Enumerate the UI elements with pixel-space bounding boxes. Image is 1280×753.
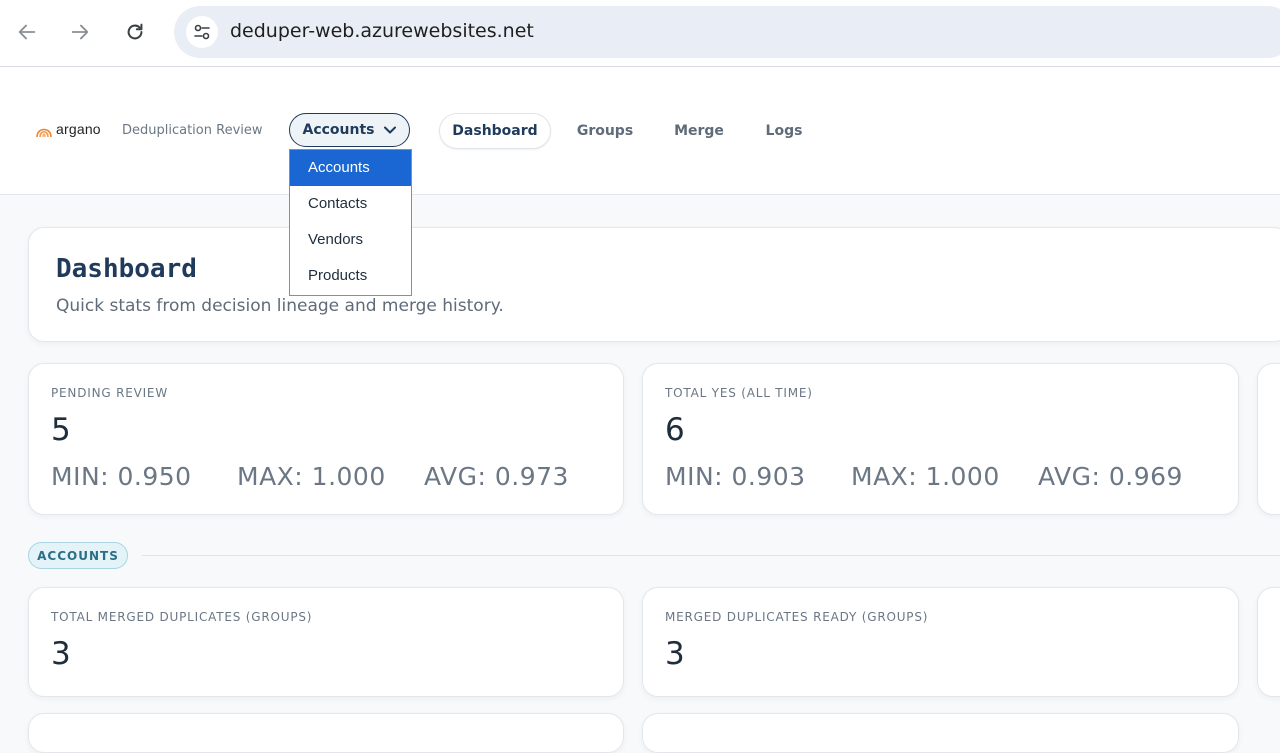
page-title: Dashboard — [56, 254, 197, 284]
stat-max: MAX: 1.000 — [851, 462, 1000, 491]
stat-card-partial — [1257, 363, 1280, 515]
section-divider — [142, 555, 1280, 556]
browser-toolbar: deduper-web.azurewebsites.net — [0, 0, 1280, 67]
tab-groups[interactable]: Groups — [566, 113, 644, 149]
stat-card-next-row — [642, 713, 1239, 753]
stat-card-partial — [1257, 587, 1280, 697]
stat-avg: AVG: 0.969 — [1038, 462, 1183, 491]
stat-value: 5 — [51, 412, 71, 448]
arrow-left-icon — [18, 24, 36, 40]
address-bar[interactable]: deduper-web.azurewebsites.net — [174, 6, 1280, 58]
chevron-down-icon — [383, 126, 396, 134]
stat-card-pending: PENDING REVIEW 5 MIN: 0.950 MAX: 1.000 A… — [28, 363, 624, 515]
stat-max: MAX: 1.000 — [237, 462, 386, 491]
entity-select-value: Accounts — [302, 122, 375, 138]
tab-logs[interactable]: Logs — [753, 113, 815, 149]
stat-card-total-merged: TOTAL MERGED DUPLICATES (GROUPS) 3 — [28, 587, 624, 697]
page-subtitle: Quick stats from decision lineage and me… — [56, 296, 504, 316]
back-button[interactable] — [9, 14, 45, 50]
stat-min: MIN: 0.903 — [665, 462, 806, 491]
arc-logo-icon — [36, 128, 52, 138]
stat-card-merged-ready: MERGED DUPLICATES READY (GROUPS) 3 — [642, 587, 1239, 697]
dropdown-option-vendors[interactable]: Vendors — [290, 222, 411, 258]
stat-avg: AVG: 0.973 — [424, 462, 569, 491]
stat-card-total-yes: TOTAL YES (ALL TIME) 6 MIN: 0.903 MAX: 1… — [642, 363, 1239, 515]
app-header: argano Deduplication Review Accounts Das… — [0, 67, 1280, 195]
reload-icon — [127, 23, 143, 40]
tab-dashboard[interactable]: Dashboard — [439, 113, 551, 149]
url-text: deduper-web.azurewebsites.net — [230, 20, 534, 42]
stat-label: TOTAL MERGED DUPLICATES (GROUPS) — [51, 610, 313, 624]
tab-merge[interactable]: Merge — [664, 113, 734, 149]
entity-select[interactable]: Accounts — [289, 113, 410, 147]
dropdown-option-accounts[interactable]: Accounts — [290, 150, 411, 186]
dropdown-option-contacts[interactable]: Contacts — [290, 186, 411, 222]
forward-button[interactable] — [62, 14, 98, 50]
tab-merge-label: Merge — [674, 123, 724, 139]
app-subtitle: Deduplication Review — [122, 123, 263, 138]
stat-value: 6 — [665, 412, 685, 448]
entity-dropdown-list: Accounts Contacts Vendors Products — [289, 149, 412, 296]
stat-min: MIN: 0.950 — [51, 462, 192, 491]
logo-text: argano — [56, 121, 101, 137]
stat-label: MERGED DUPLICATES READY (GROUPS) — [665, 610, 929, 624]
section-chip-accounts: ACCOUNTS — [28, 542, 128, 569]
reload-button[interactable] — [117, 14, 153, 50]
stat-value: 3 — [665, 636, 685, 672]
argano-logo: argano — [35, 120, 101, 138]
section-chip-label: ACCOUNTS — [37, 548, 119, 563]
tab-groups-label: Groups — [576, 123, 634, 139]
arrow-right-icon — [71, 24, 89, 40]
dropdown-option-products[interactable]: Products — [290, 258, 411, 294]
stat-value: 3 — [51, 636, 71, 672]
stat-card-next-row — [28, 713, 624, 753]
tab-logs-label: Logs — [765, 123, 803, 139]
stat-label: PENDING REVIEW — [51, 386, 168, 400]
site-settings-icon[interactable] — [186, 16, 218, 48]
dashboard-header-card: Dashboard Quick stats from decision line… — [28, 227, 1280, 342]
stat-label: TOTAL YES (ALL TIME) — [665, 386, 813, 400]
tab-dashboard-label: Dashboard — [452, 123, 538, 139]
